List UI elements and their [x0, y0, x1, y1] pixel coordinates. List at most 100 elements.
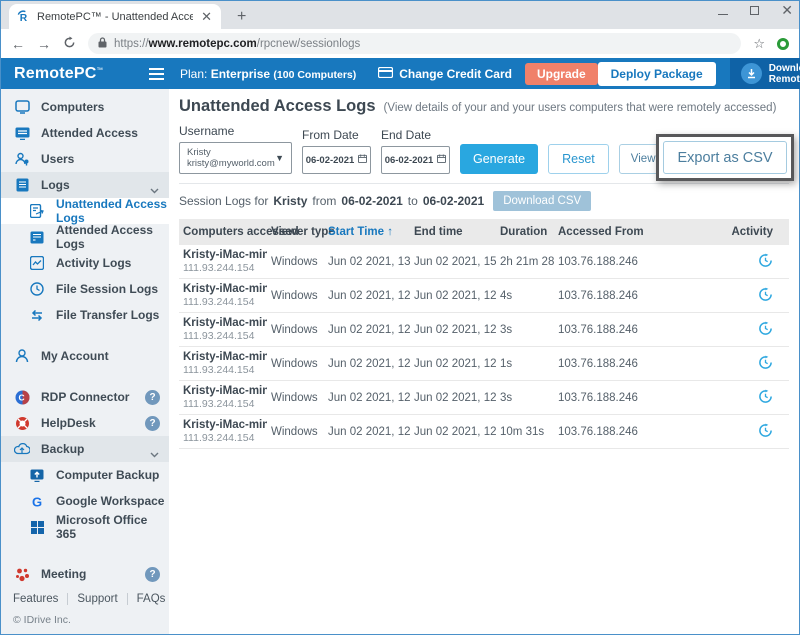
sidebar-item-backup[interactable]: Backup [1, 436, 169, 462]
sidebar: Computers Attended Access Users Logs Una… [1, 89, 169, 634]
features-link[interactable]: Features [13, 593, 68, 605]
activity-history-icon[interactable] [758, 321, 773, 336]
sidebar-item-attended-access[interactable]: Attended Access [1, 120, 169, 146]
sidebar-item-activity-logs[interactable]: Activity Logs [1, 250, 169, 276]
activity-history-icon[interactable] [758, 287, 773, 302]
lifebuoy-icon [14, 415, 30, 431]
microsoft-grid-icon [29, 519, 45, 535]
sidebar-item-computer-backup[interactable]: Computer Backup [1, 462, 169, 488]
person-icon [14, 348, 30, 364]
main-content: Unattended Access Logs (View details of … [169, 89, 799, 634]
browser-window: R RemotePC™ - Unattended Acces ✕ + ✕ ← →… [0, 0, 800, 635]
bookmark-star-icon[interactable]: ☆ [753, 36, 765, 52]
generate-button[interactable]: Generate [460, 144, 538, 174]
dropdown-caret-icon: ▼ [275, 153, 284, 163]
table-row: Kristy-iMac-mini111.93.244.154 Windows J… [179, 313, 789, 347]
col-duration[interactable]: Duration [496, 219, 554, 245]
end-date-input[interactable]: 06-02-2021 [381, 146, 450, 174]
table-row: Kristy-iMac-mini111.93.244.154 Windows J… [179, 415, 789, 449]
sidebar-item-users[interactable]: Users [1, 146, 169, 172]
download-csv-button[interactable]: Download CSV [493, 191, 591, 211]
sidebar-item-meeting[interactable]: Meeting ? [1, 561, 169, 587]
lock-icon [98, 37, 107, 51]
new-tab-button[interactable]: + [231, 8, 252, 29]
hamburger-menu-icon[interactable] [149, 68, 164, 80]
activity-history-icon[interactable] [758, 253, 773, 268]
table-row: Kristy-iMac-mini111.93.244.154 Windows J… [179, 347, 789, 381]
help-badge[interactable]: ? [145, 416, 160, 431]
deploy-package-button[interactable]: Deploy Package [598, 62, 716, 86]
window-close-icon[interactable]: ✕ [781, 5, 793, 15]
meeting-icon [14, 566, 30, 582]
upgrade-button[interactable]: Upgrade [525, 63, 598, 85]
sidebar-footer: Features Support FAQs © IDrive Inc. [1, 587, 169, 634]
address-bar[interactable]: https://www.remotepc.com/rpcnew/sessionl… [88, 33, 741, 54]
activity-log-icon [29, 255, 45, 271]
browser-tab[interactable]: R RemotePC™ - Unattended Acces ✕ [9, 4, 221, 29]
col-accessed-from[interactable]: Accessed From [554, 219, 666, 245]
clock-icon [29, 281, 45, 297]
sidebar-item-rdp-connector[interactable]: C RDP Connector ? [1, 384, 169, 410]
extension-icon[interactable] [777, 38, 789, 50]
forward-icon[interactable]: → [37, 37, 51, 51]
download-viewer-button[interactable]: DownloadRemotePC Viewer [730, 58, 800, 89]
sidebar-item-attended-access-logs[interactable]: Attended Access Logs [1, 224, 169, 250]
sidebar-item-helpdesk[interactable]: HelpDesk ? [1, 410, 169, 436]
sidebar-item-logs[interactable]: Logs [1, 172, 169, 198]
faqs-link[interactable]: FAQs [128, 593, 169, 605]
table-header-row: Computers accessed Viewer type Start Tim… [179, 219, 789, 245]
cloud-backup-icon [14, 441, 30, 457]
copyright: © IDrive Inc. [13, 614, 169, 626]
window-maximize-icon[interactable] [750, 6, 759, 15]
sidebar-item-unattended-access-logs[interactable]: Unattended Access Logs [1, 198, 169, 224]
table-row: Kristy-iMac-mini111.93.244.154 Windows J… [179, 279, 789, 313]
export-as-csv-button[interactable]: Export as CSV [663, 141, 787, 174]
page-title: Unattended Access Logs [179, 97, 376, 116]
col-start-time[interactable]: Start Time ↑ [324, 219, 410, 245]
google-g-icon: G [29, 493, 45, 509]
col-activity[interactable]: Activity [666, 219, 789, 245]
activity-history-icon[interactable] [758, 423, 773, 438]
tab-title: RemotePC™ - Unattended Acces [37, 11, 193, 23]
attended-screen-icon [14, 125, 30, 141]
refresh-icon[interactable] [63, 36, 76, 51]
activity-history-icon[interactable] [758, 389, 773, 404]
computer-backup-icon [29, 467, 45, 483]
col-computers-accessed[interactable]: Computers accessed [179, 219, 267, 245]
computers-monitor-icon [14, 99, 30, 115]
sidebar-item-file-session-logs[interactable]: File Session Logs [1, 276, 169, 302]
from-date-input[interactable]: 06-02-2021 [302, 146, 371, 174]
users-icon [14, 151, 30, 167]
unattended-log-icon [29, 203, 45, 219]
sort-ascending-icon: ↑ [387, 226, 393, 238]
rdp-connector-icon: C [14, 389, 30, 405]
help-badge[interactable]: ? [145, 390, 160, 405]
col-viewer-type[interactable]: Viewer type [267, 219, 324, 245]
reset-button[interactable]: Reset [548, 144, 609, 174]
session-logs-summary: Session Logs for Kristy from 06-02-2021 … [179, 191, 789, 211]
remotepc-logo[interactable]: RemotePC™ [1, 65, 149, 83]
support-link[interactable]: Support [68, 593, 127, 605]
help-badge[interactable]: ? [145, 567, 160, 582]
url-text: https://www.remotepc.com/rpcnew/sessionl… [114, 38, 360, 50]
browser-url-bar: ← → https://www.remotepc.com/rpcnew/sess… [1, 29, 799, 58]
back-icon[interactable]: ← [11, 37, 25, 51]
divider [179, 183, 789, 184]
col-end-time[interactable]: End time [410, 219, 496, 245]
end-date-label: End Date [381, 128, 450, 142]
sidebar-item-my-account[interactable]: My Account [1, 343, 169, 369]
session-logs-table: Computers accessed Viewer type Start Tim… [179, 219, 789, 449]
table-row: Kristy-iMac-mini111.93.244.154 Windows J… [179, 245, 789, 279]
chevron-down-icon [150, 447, 159, 461]
window-minimize-icon[interactable] [718, 14, 728, 15]
username-select[interactable]: Kristy kristy@myworld.com ▼ [179, 142, 292, 174]
sidebar-item-computers[interactable]: Computers [1, 94, 169, 120]
sidebar-item-file-transfer-logs[interactable]: File Transfer Logs [1, 302, 169, 328]
credit-card-icon [378, 67, 393, 81]
sidebar-item-microsoft-office-365[interactable]: Microsoft Office 365 [1, 514, 169, 540]
change-credit-card-link[interactable]: Change Credit Card [378, 67, 512, 81]
sidebar-item-google-workspace[interactable]: G Google Workspace [1, 488, 169, 514]
activity-history-icon[interactable] [758, 355, 773, 370]
svg-text:G: G [32, 495, 42, 508]
tab-close-icon[interactable]: ✕ [199, 9, 214, 25]
